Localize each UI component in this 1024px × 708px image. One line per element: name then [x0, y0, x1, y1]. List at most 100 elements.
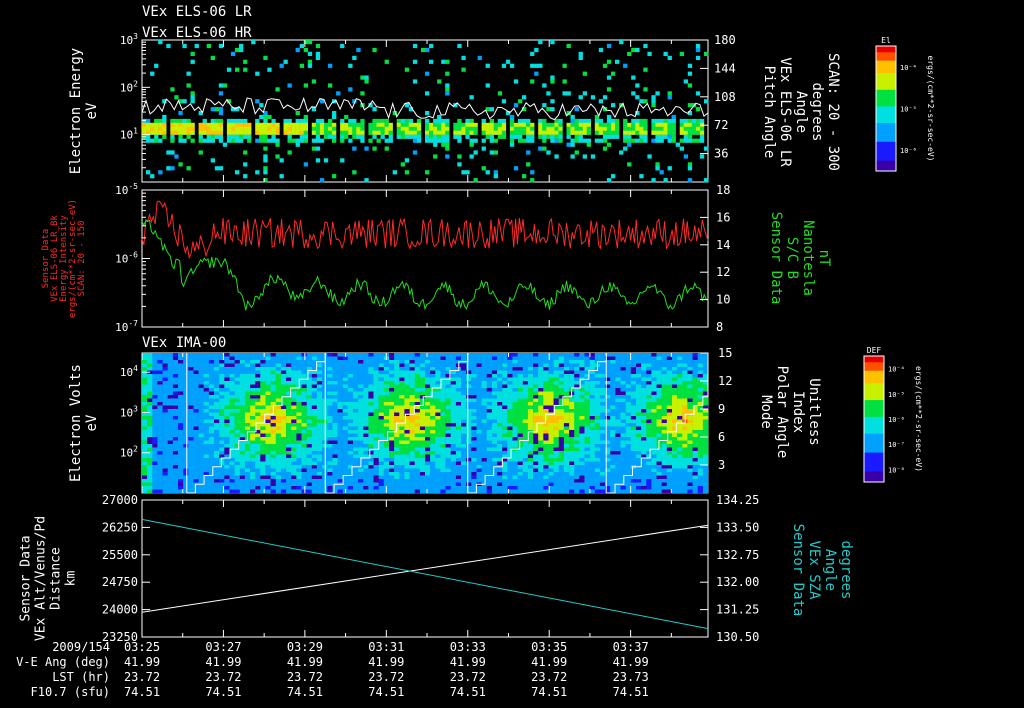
heat-cell	[473, 126, 478, 131]
heat-cell	[239, 118, 244, 124]
heat-cell	[526, 162, 531, 167]
heat-cell	[224, 374, 230, 378]
heat-cell	[656, 412, 662, 417]
heat-cell	[234, 377, 240, 382]
heat-cell	[486, 356, 493, 361]
heat-cell	[198, 486, 204, 490]
heat-cell	[687, 162, 693, 167]
heat-cell	[306, 486, 313, 490]
heat-cell	[316, 430, 323, 434]
heat-cell	[363, 444, 369, 448]
heat-cell	[279, 174, 284, 179]
heat-cell	[198, 440, 204, 445]
heat-cell	[542, 126, 547, 131]
heat-cell	[265, 444, 271, 448]
heat-cell	[152, 363, 158, 368]
heat-cell	[455, 444, 462, 448]
heat-cell	[497, 398, 503, 403]
heat-cell	[481, 451, 487, 455]
heat-cell	[167, 419, 174, 424]
heat-cell	[543, 356, 549, 361]
heat-cell	[615, 465, 621, 469]
heat-cell	[440, 409, 446, 413]
heat-cell	[328, 83, 333, 88]
heat-cell	[538, 360, 544, 364]
heat-cell	[368, 395, 374, 399]
heat-cell	[235, 126, 240, 131]
heat-cell	[409, 489, 415, 494]
heat-cell	[399, 465, 405, 469]
heat-cell	[239, 444, 246, 448]
heat-cell	[203, 465, 210, 469]
heat-cell	[337, 395, 343, 399]
heat-cell	[394, 388, 400, 392]
heat-cell	[291, 461, 297, 466]
heat-cell	[594, 388, 601, 392]
heat-cell	[646, 367, 652, 371]
heat-cell	[218, 118, 224, 124]
heat-cell	[466, 356, 472, 361]
heat-cell	[481, 146, 486, 151]
heat-cell	[663, 126, 668, 131]
heat-cell	[291, 381, 297, 385]
heat-cell	[214, 122, 220, 127]
heat-cell	[409, 363, 415, 368]
heat-cell	[234, 423, 240, 427]
heat-cell	[296, 426, 302, 431]
heat-cell	[389, 416, 395, 420]
heat-cell	[563, 472, 570, 476]
heat-cell	[548, 360, 554, 364]
heat-cell	[275, 475, 282, 480]
heat-cell	[286, 412, 292, 417]
heat-cell	[306, 472, 313, 476]
heat-cell	[337, 391, 343, 396]
heat-cell	[307, 59, 313, 64]
heat-cell	[286, 468, 292, 473]
heat-cell	[409, 381, 415, 385]
heat-cell	[599, 356, 606, 361]
heat-cell	[291, 353, 297, 357]
heat-cell	[643, 99, 648, 104]
heat-cell	[301, 416, 307, 420]
heat-cell	[620, 479, 626, 483]
heat-cell	[167, 440, 174, 445]
heat-cell	[636, 468, 642, 473]
heat-cell	[569, 374, 575, 378]
heat-cell	[219, 468, 225, 473]
heat-cell	[440, 454, 446, 459]
heat-cell	[383, 412, 390, 417]
heat-cell	[183, 430, 189, 434]
heat-cell	[342, 409, 349, 413]
heat-cell	[399, 461, 405, 466]
heat-cell	[497, 412, 503, 417]
heat-cell	[574, 430, 580, 434]
heat-cell	[299, 138, 304, 143]
heat-cell	[182, 130, 187, 135]
heat-cell	[466, 482, 472, 487]
heat-cell	[373, 458, 379, 462]
heat-cell	[259, 134, 264, 139]
heat-cell	[578, 118, 583, 124]
heat-cell	[414, 447, 421, 452]
heat-cell	[641, 377, 647, 382]
heat-cell	[409, 482, 415, 487]
heat-cell	[183, 402, 189, 406]
heat-cell	[358, 479, 364, 483]
heat-cell	[219, 363, 225, 368]
heat-cell	[172, 374, 179, 378]
heat-cell	[651, 370, 657, 375]
heat-cell	[270, 465, 276, 469]
heat-cell	[267, 130, 272, 135]
heat-cell	[203, 363, 210, 368]
heat-cell	[594, 356, 601, 361]
heat-cell	[409, 479, 415, 483]
heat-cell	[142, 405, 148, 410]
heat-cell	[342, 461, 349, 466]
heat-cell	[188, 461, 194, 466]
heat-cell	[416, 122, 422, 127]
heat-cell	[486, 451, 493, 455]
heat-cell	[615, 391, 621, 396]
heat-cell	[178, 395, 184, 399]
heat-cell	[655, 130, 660, 135]
heat-cell	[485, 63, 490, 68]
